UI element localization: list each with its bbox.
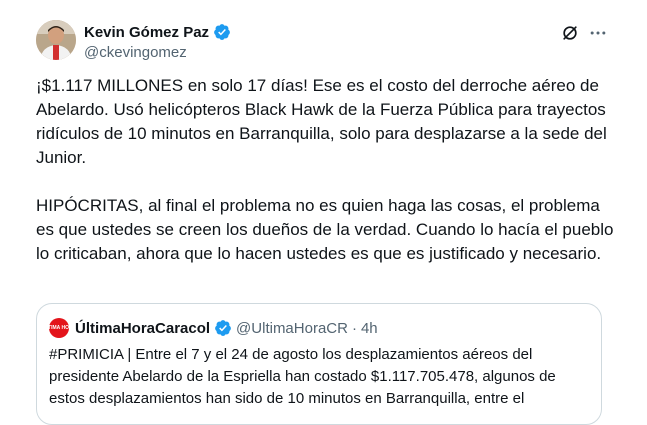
quoted-author-avatar[interactable]: ÚLTIMA HORA (42, 318, 76, 338)
quoted-avatar-text: ÚLTIMA HORA (41, 325, 77, 331)
tweet-header: Kevin Gómez Paz @ckevingomez (36, 20, 636, 64)
verified-badge-icon (214, 24, 230, 40)
quoted-timestamp[interactable]: 4h (361, 320, 378, 337)
quoted-tweet-header: ÚLTIMA HORA ÚltimaHoraCaracol @UltimaHor… (42, 318, 378, 338)
author-name[interactable]: Kevin Gómez Paz (84, 24, 209, 41)
quoted-tweet[interactable]: ÚLTIMA HORA ÚltimaHoraCaracol @UltimaHor… (36, 303, 602, 425)
author-handle[interactable]: @ckevingomez (84, 44, 187, 61)
more-icon[interactable] (588, 23, 608, 43)
author-avatar[interactable] (36, 20, 76, 60)
tweet[interactable]: Kevin Gómez Paz @ckevingomez ¡$1.117 MIL… (0, 0, 647, 425)
grok-icon[interactable] (560, 23, 580, 43)
tweet-paragraph-2: HIPÓCRITAS, al final el problema no es q… (36, 196, 619, 263)
meta-separator: · (351, 319, 357, 337)
quoted-author-name[interactable]: ÚltimaHoraCaracol (75, 320, 210, 337)
tweet-paragraph-1: ¡$1.117 MILLONES en solo 17 días! Ese es… (36, 76, 612, 167)
quoted-author-handle[interactable]: @UltimaHoraCR (236, 320, 348, 337)
verified-badge-icon (215, 320, 231, 336)
quoted-tweet-text: #PRIMICIA | Entre el 7 y el 24 de agosto… (49, 346, 560, 407)
tweet-text: ¡$1.117 MILLONES en solo 17 días! Ese es… (36, 74, 616, 266)
author-name-row: Kevin Gómez Paz (84, 23, 231, 41)
